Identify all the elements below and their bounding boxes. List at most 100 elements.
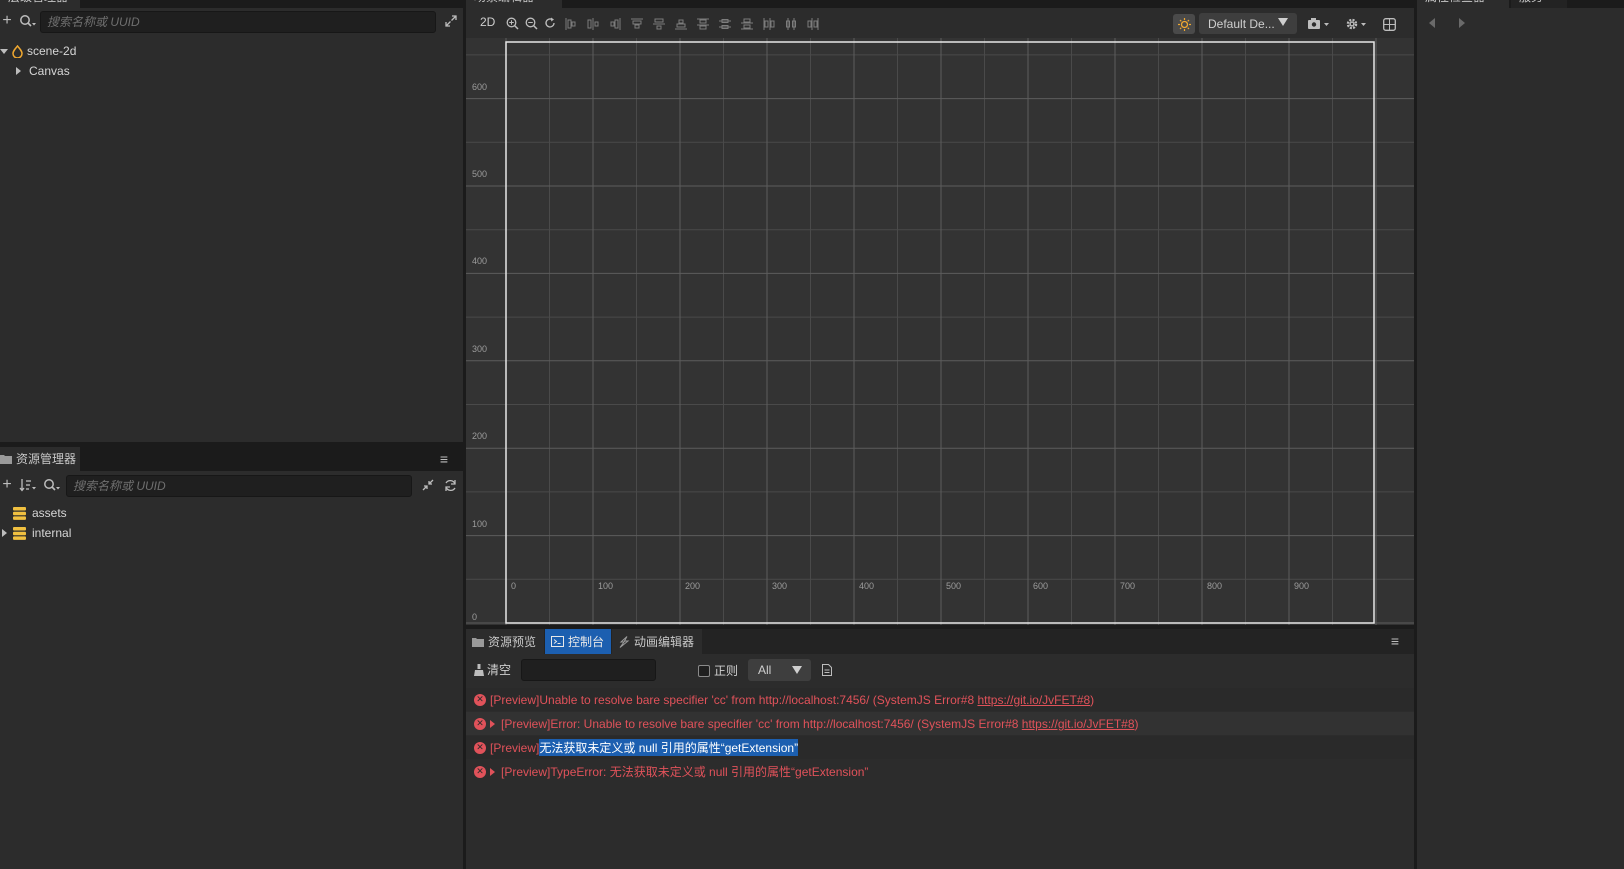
console-filter-input[interactable]: [521, 659, 656, 681]
tab-inspector[interactable]: 属性检查器: [1417, 0, 1509, 8]
refresh-icon[interactable]: [442, 476, 458, 494]
terminal-icon: [551, 636, 564, 647]
tree-item-internal[interactable]: internal: [0, 523, 71, 543]
camera-icon[interactable]: [1307, 14, 1333, 34]
menu-icon[interactable]: ≡: [1388, 633, 1402, 649]
y-axis-label: 500: [472, 169, 488, 179]
hierarchy-tree: scene-2d Canvas: [0, 40, 463, 442]
x-axis-label: 900: [1294, 581, 1310, 591]
zoom-out-icon[interactable]: [523, 13, 539, 33]
add-icon[interactable]: +: [0, 11, 14, 31]
assets-search-input[interactable]: [66, 475, 412, 497]
tree-item-canvas[interactable]: Canvas: [0, 61, 70, 81]
regex-checkbox[interactable]: 正则: [698, 662, 738, 679]
assets-panel: 资源管理器 ≡ + assets inter: [0, 447, 463, 869]
tab-hierarchy[interactable]: 层级管理器: [0, 0, 80, 8]
expand-icon[interactable]: [443, 12, 459, 30]
inspector-panel: 属性检查器 服务: [1417, 0, 1624, 869]
tree-item-assets[interactable]: assets: [0, 503, 67, 523]
log-link[interactable]: https://git.io/JvFET#8: [977, 693, 1090, 707]
expand-log-icon[interactable]: [490, 767, 495, 776]
chevron-right-icon[interactable]: [2, 529, 7, 537]
chevron-right-icon[interactable]: [16, 67, 21, 75]
dropdown-arrow-icon: [1278, 18, 1288, 26]
checkbox-box[interactable]: [698, 664, 710, 677]
mode-2d-button[interactable]: 2D: [480, 15, 495, 29]
layout-select-value: Default De...: [1208, 16, 1275, 31]
grid-view-icon[interactable]: [1380, 14, 1398, 34]
back-icon[interactable]: [1429, 18, 1435, 28]
align-vcenter-icon[interactable]: [648, 13, 670, 35]
tab-services[interactable]: 服务: [1511, 0, 1567, 8]
x-axis-label: 300: [772, 581, 788, 591]
x-axis-label: 0: [511, 581, 517, 591]
align-bottom-icon[interactable]: [670, 13, 692, 35]
log-text: [Preview]Error: Unable to resolve bare s…: [501, 716, 1022, 731]
y-axis-label: 600: [472, 81, 488, 92]
y-axis-label: 200: [472, 431, 488, 442]
forward-icon[interactable]: [1459, 18, 1465, 28]
tab-animation-editor[interactable]: 动画编辑器: [612, 629, 702, 654]
assets-tree: assets internal: [0, 503, 463, 869]
scene-panel: 场景编辑器 2D Def: [466, 0, 1414, 625]
log-link[interactable]: https://git.io/JvFET#8: [1022, 717, 1135, 731]
x-axis-label: 500: [946, 581, 962, 591]
layout-select[interactable]: Default De...: [1199, 13, 1297, 34]
log-level-select[interactable]: All: [748, 659, 811, 681]
log-file-icon[interactable]: [820, 662, 834, 678]
collapse-icon[interactable]: [420, 476, 436, 494]
log-text-suffix: ): [1090, 692, 1095, 707]
hierarchy-search-input[interactable]: [40, 11, 436, 33]
clear-button[interactable]: 清空: [474, 661, 511, 678]
tab-scene[interactable]: 场景编辑器: [466, 0, 562, 8]
log-entry[interactable]: ✕ [Preview]Unable to resolve bare specif…: [466, 688, 1414, 711]
search-filter-icon[interactable]: [42, 475, 62, 495]
tab-assets[interactable]: 资源管理器: [0, 447, 80, 471]
log-text: [Preview]TypeError: 无法获取未定义或 null 引用的属性“…: [501, 765, 869, 779]
chevron-down-icon[interactable]: [0, 48, 8, 54]
reset-view-icon[interactable]: [542, 13, 558, 33]
y-axis-label: 400: [472, 256, 488, 267]
align-hcenter-icon[interactable]: [582, 13, 604, 35]
zoom-in-icon[interactable]: [504, 13, 520, 33]
menu-icon[interactable]: ≡: [437, 451, 451, 467]
scene-icon: [12, 44, 23, 58]
distribute-top-icon[interactable]: [692, 13, 714, 35]
lighting-toggle[interactable]: [1173, 14, 1195, 34]
add-icon[interactable]: +: [0, 475, 14, 495]
log-entry[interactable]: ✕ [Preview]TypeError: 无法获取未定义或 null 引用的属…: [466, 760, 1414, 783]
align-right-icon[interactable]: [604, 13, 626, 35]
log-entry[interactable]: ✕ [Preview]Error: Unable to resolve bare…: [466, 712, 1414, 735]
tab-asset-preview[interactable]: 资源预览: [466, 629, 544, 654]
distribute-left-icon[interactable]: [758, 13, 780, 35]
error-icon: ✕: [474, 693, 486, 706]
tree-item-scene-2d[interactable]: scene-2d: [0, 41, 76, 61]
sort-icon[interactable]: [18, 475, 38, 495]
distribute-right-icon[interactable]: [802, 13, 824, 35]
expand-log-icon[interactable]: [490, 719, 495, 728]
tab-console[interactable]: 控制台: [545, 629, 611, 654]
tree-item-label: internal: [32, 526, 72, 540]
tree-item-label: scene-2d: [27, 44, 77, 58]
inspector-tab-label: 属性检查器: [1425, 0, 1485, 8]
x-axis-label: 200: [685, 581, 701, 591]
log-entry[interactable]: ✕ [Preview] 无法获取未定义或 null 引用的属性“getExtens…: [466, 736, 1414, 759]
services-tab-label: 服务: [1519, 0, 1543, 8]
x-axis-label: 800: [1207, 581, 1223, 591]
distribute-hcenter-icon[interactable]: [780, 13, 802, 35]
scene-tabbar: 场景编辑器: [466, 0, 1414, 8]
search-filter-icon[interactable]: [18, 11, 38, 31]
dropdown-arrow-icon: [792, 666, 802, 674]
tab-label: 动画编辑器: [634, 634, 695, 649]
hierarchy-toolbar: +: [0, 8, 463, 36]
log-text: [Preview]Unable to resolve bare specifie…: [490, 692, 978, 707]
align-tools: [560, 13, 824, 35]
gear-icon[interactable]: [1344, 14, 1370, 34]
scene-viewport[interactable]: 600 500 400 300 200 100 0 0 100 200 300 400 500 600 7…: [466, 38, 1414, 625]
distribute-bottom-icon[interactable]: [736, 13, 758, 35]
regex-label: 正则: [714, 664, 739, 678]
align-left-icon[interactable]: [560, 13, 582, 35]
assets-toolbar: +: [0, 471, 463, 499]
align-top-icon[interactable]: [626, 13, 648, 35]
distribute-vcenter-icon[interactable]: [714, 13, 736, 35]
